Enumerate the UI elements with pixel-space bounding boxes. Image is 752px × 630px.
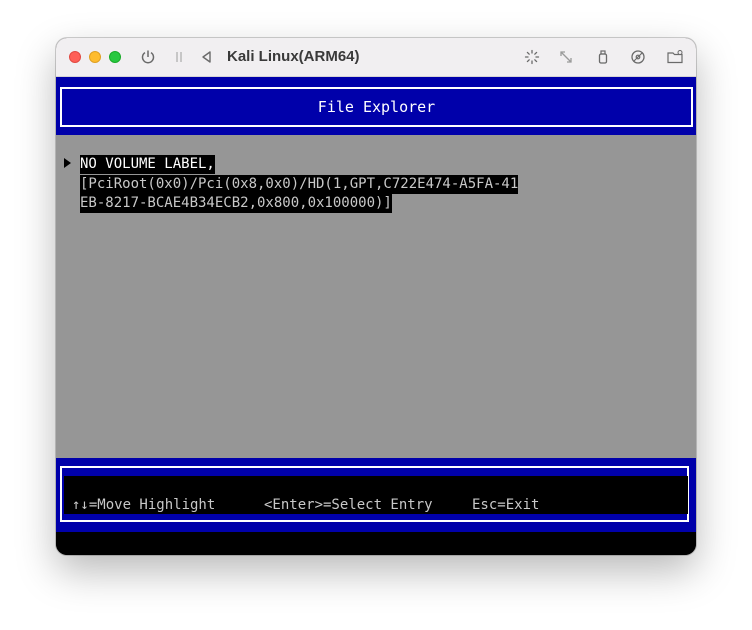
pause-icon[interactable] [169, 47, 189, 67]
usb-icon[interactable] [593, 47, 613, 67]
power-icon[interactable] [138, 47, 158, 67]
zoom-window-button[interactable] [109, 51, 121, 63]
vm-screen[interactable]: File Explorer NO VOLUME LABEL, [PciRoot(… [56, 77, 696, 555]
folder-icon[interactable] [665, 47, 685, 67]
window-title: Kali Linux(ARM64) [227, 48, 360, 65]
volume-entry-line3[interactable]: EB-8217-BCAE4B34ECB2,0x800,0x100000)] [80, 194, 392, 213]
title-bar: Kali Linux(ARM64) [56, 38, 696, 77]
back-triangle-icon[interactable] [197, 47, 217, 67]
help-exit: Esc=Exit [472, 497, 540, 513]
close-window-button[interactable] [69, 51, 81, 63]
vm-window: Kali Linux(ARM64) File Explorer NO VOLUM… [56, 38, 696, 555]
help-move: ↑↓=Move Highlight [72, 497, 216, 513]
header-frame: File Explorer [60, 87, 693, 127]
page-title: File Explorer [317, 98, 436, 116]
selection-arrow-icon [64, 158, 71, 168]
minimize-window-button[interactable] [89, 51, 101, 63]
header-band: File Explorer [56, 77, 696, 135]
disc-icon[interactable] [628, 47, 648, 67]
volume-entry-line2[interactable]: [PciRoot(0x0)/Pci(0x8,0x0)/HD(1,GPT,C722… [80, 175, 519, 194]
brightness-icon[interactable] [522, 47, 542, 67]
resize-icon[interactable] [556, 47, 576, 67]
help-select: <Enter>=Select Entry [264, 497, 433, 513]
volume-entry-line1[interactable]: NO VOLUME LABEL, [80, 155, 215, 174]
